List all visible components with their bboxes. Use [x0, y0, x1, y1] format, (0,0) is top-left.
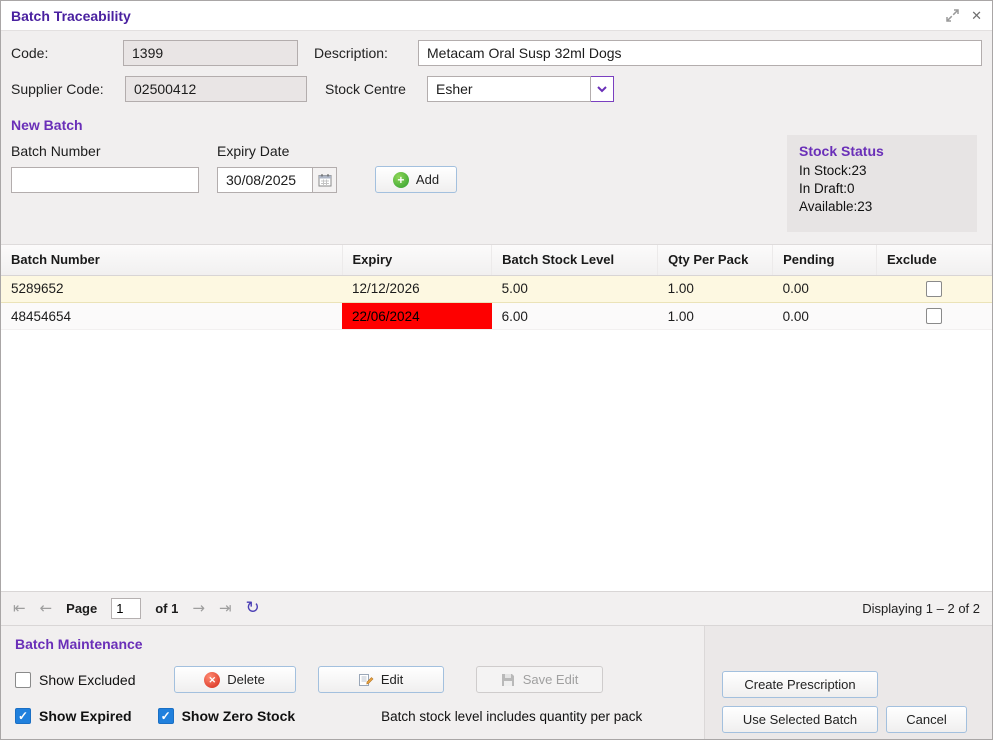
show-expired-checkbox-group[interactable]: Show Expired: [15, 708, 132, 724]
calendar-button[interactable]: [313, 167, 337, 193]
batch-number-input[interactable]: [11, 167, 199, 193]
edit-pencil-icon: [358, 673, 374, 686]
titlebar: Batch Traceability ✕: [1, 1, 992, 31]
show-zero-stock-label: Show Zero Stock: [181, 708, 296, 724]
supplier-code-label: Supplier Code:: [11, 80, 104, 97]
create-prescription-button[interactable]: Create Prescription: [722, 671, 878, 698]
batch-maintenance-heading: Batch Maintenance: [15, 636, 143, 652]
edit-button-label: Edit: [380, 672, 404, 687]
close-icon[interactable]: ✕: [971, 9, 982, 22]
cell-pending: 0.00: [772, 302, 877, 331]
cell-stock-level: 5.00: [491, 274, 658, 303]
cell-pending: 0.00: [772, 274, 877, 303]
show-zero-stock-checkbox-group[interactable]: Show Zero Stock: [157, 708, 296, 724]
stock-centre-dropdown-button[interactable]: [591, 75, 614, 102]
available-value: Available:23: [799, 199, 873, 214]
table-header-row: Batch Number Expiry Batch Stock Level Qty P…: [1, 245, 992, 276]
column-header[interactable]: Exclude: [876, 245, 992, 276]
show-excluded-checkbox[interactable]: [15, 671, 31, 688]
show-zero-stock-checkbox[interactable]: [157, 708, 174, 724]
column-header[interactable]: Expiry: [342, 245, 493, 276]
next-page-button[interactable]: →: [192, 601, 205, 616]
use-selected-batch-label: Use Selected Batch: [742, 712, 858, 727]
show-expired-label: Show Expired: [39, 708, 132, 724]
cell-batch-number: 5289652: [1, 274, 343, 303]
description-input[interactable]: [418, 39, 982, 66]
expiry-date-label: Expiry Date: [217, 143, 290, 159]
cancel-button[interactable]: Cancel: [886, 706, 967, 733]
prev-page-button[interactable]: ←: [40, 601, 53, 616]
show-excluded-checkbox-group[interactable]: Show Excluded: [15, 671, 136, 688]
stock-status-heading: Stock Status: [799, 143, 884, 159]
cell-expiry: 12/12/2026: [342, 274, 492, 303]
batch-traceability-window: Batch Traceability ✕ Code: Description: …: [0, 0, 993, 740]
cell-batch-number: 48454654: [1, 302, 343, 331]
restore-icon[interactable]: [946, 9, 959, 22]
stock-centre-input[interactable]: [427, 75, 591, 102]
refresh-button[interactable]: ↻: [246, 600, 260, 617]
table-row[interactable]: 48454654 22/06/2024 6.00 1.00 0.00: [1, 302, 992, 331]
cell-stock-level: 6.00: [491, 302, 658, 331]
add-button-label: Add: [415, 172, 440, 187]
exclude-checkbox[interactable]: [926, 308, 943, 325]
stock-centre-label: Stock Centre: [325, 80, 406, 97]
description-label: Description:: [314, 44, 388, 61]
column-header[interactable]: Batch Stock Level: [491, 245, 659, 276]
batch-number-label: Batch Number: [11, 143, 101, 159]
add-button[interactable]: Add: [375, 166, 457, 193]
cell-qty-per-pack: 1.00: [657, 274, 773, 303]
expiry-date-input[interactable]: [217, 167, 313, 193]
action-panel: Create Prescription Use Selected Batch C…: [704, 626, 992, 739]
use-selected-batch-button[interactable]: Use Selected Batch: [722, 706, 878, 733]
page-number-input[interactable]: [111, 598, 142, 619]
paging-toolbar: ⇤ ← Page of 1 → ⇥ ↻ Displaying 1 – 2 of …: [1, 591, 992, 625]
add-plus-icon: [392, 171, 409, 188]
cell-qty-per-pack: 1.00: [657, 302, 773, 331]
supplier-code-input[interactable]: [125, 75, 307, 102]
code-input[interactable]: [123, 39, 298, 66]
delete-button-label: Delete: [227, 672, 265, 687]
batch-table-body: 5289652 12/12/2026 5.00 1.00 0.00 48454654 22/…: [1, 274, 992, 331]
edit-button[interactable]: Edit: [317, 666, 444, 693]
in-draft-value: In Draft:0: [799, 181, 855, 196]
last-page-button[interactable]: ⇥: [219, 601, 232, 616]
header-form: Code: Description: Supplier Code: Stock …: [1, 31, 992, 111]
exclude-checkbox[interactable]: [926, 280, 943, 297]
window-title: Batch Traceability: [11, 7, 131, 24]
stock-level-note: Batch stock level includes quantity per …: [381, 708, 643, 724]
page-of-label: of 1: [155, 601, 179, 616]
show-expired-checkbox[interactable]: [15, 708, 31, 724]
stock-status-panel: Stock Status In Stock:23 In Draft:0 Avai…: [787, 135, 977, 232]
cell-exclude: [876, 274, 992, 303]
calendar-icon: [318, 174, 331, 187]
column-header[interactable]: Qty Per Pack: [657, 245, 774, 276]
cancel-button-label: Cancel: [906, 712, 947, 727]
chevron-down-icon: [597, 85, 607, 92]
show-excluded-label: Show Excluded: [39, 671, 136, 688]
save-disk-icon: [501, 673, 514, 686]
table-row[interactable]: 5289652 12/12/2026 5.00 1.00 0.00: [1, 274, 992, 303]
stock-centre-select[interactable]: [427, 75, 614, 102]
in-stock-value: In Stock:23: [799, 163, 867, 178]
batch-table: Batch Number Expiry Batch Stock Level Qty P…: [1, 245, 992, 331]
create-prescription-label: Create Prescription: [744, 677, 856, 692]
batch-maintenance-panel: Batch Maintenance Show Excluded Delete: [1, 625, 992, 739]
cell-expiry: 22/06/2024: [342, 302, 492, 331]
code-label: Code:: [11, 44, 49, 61]
displaying-status: Displaying 1 – 2 of 2: [862, 601, 980, 616]
column-header[interactable]: Pending: [772, 245, 877, 276]
save-edit-button-label: Save Edit: [522, 672, 579, 687]
new-batch-panel: New Batch Batch Number Expiry Date 30/08…: [1, 111, 992, 244]
cell-exclude: [876, 302, 992, 331]
new-batch-heading: New Batch: [11, 117, 83, 133]
page-label: Page: [66, 601, 98, 616]
delete-button[interactable]: Delete: [173, 666, 296, 693]
delete-x-icon: [204, 671, 221, 688]
first-page-button[interactable]: ⇤: [13, 601, 26, 616]
batch-grid: Batch Number Expiry Batch Stock Level Qty P…: [1, 244, 992, 591]
save-edit-button[interactable]: Save Edit: [475, 666, 603, 693]
column-header[interactable]: Batch Number: [1, 245, 343, 276]
